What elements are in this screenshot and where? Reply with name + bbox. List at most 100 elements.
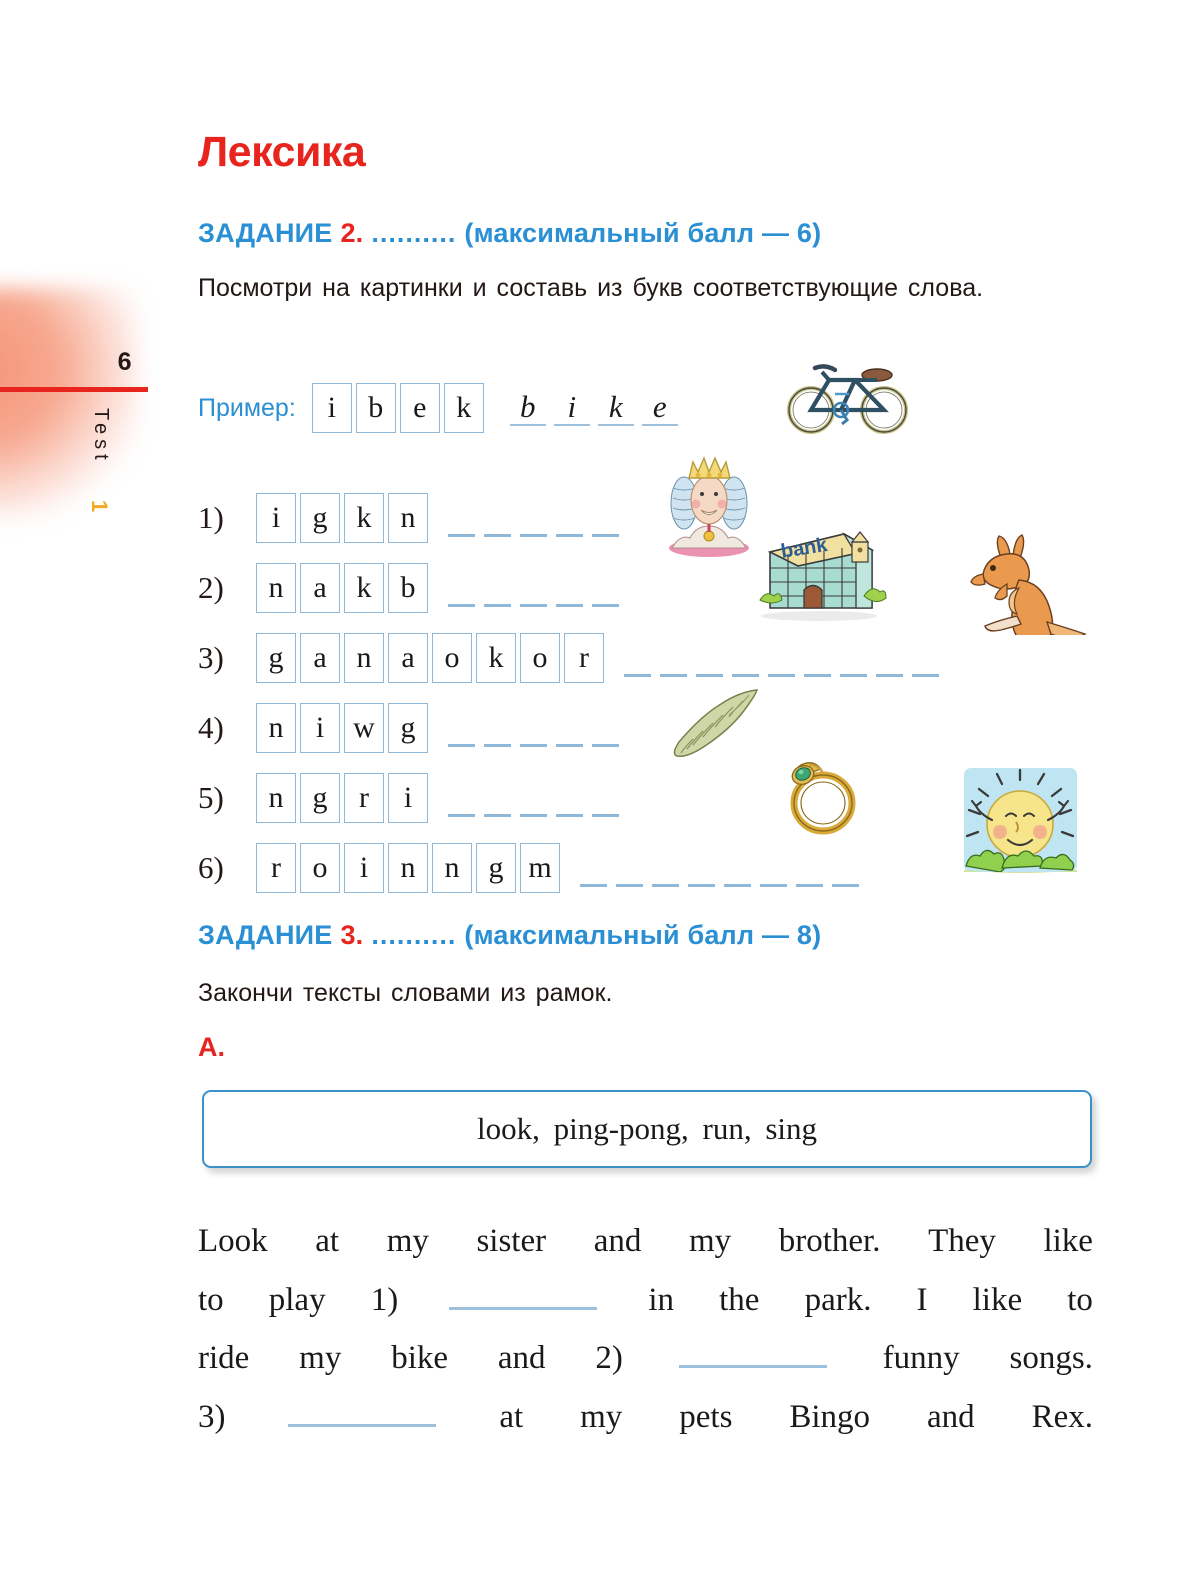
word: Look [198, 1223, 268, 1259]
row-number: 6) [198, 850, 224, 885]
text-line-4: 3) at my pets Bingo and Rex. [198, 1388, 1093, 1447]
word: songs. [1009, 1340, 1093, 1377]
letter-box: e [399, 383, 440, 433]
letter-box: r [256, 843, 296, 893]
word: my [688, 1223, 732, 1259]
answer-blank[interactable] [624, 633, 948, 683]
kangaroo-picture [970, 534, 1087, 635]
test-label: Test [90, 408, 112, 465]
letter-boxes: n g r i [256, 773, 432, 823]
task-3-text: Look at my sister and my brother. They l… [198, 1212, 1093, 1447]
part-letter-a: А. [198, 1032, 225, 1062]
worksheet-page: 6 Test 1 Лексика ЗАДАНИЕ 2........... (мак… [0, 0, 1200, 1596]
text-line-3: ride my bike and 2) funny songs. [198, 1329, 1093, 1388]
exercise-row-6: 6) r o i n n g m [198, 840, 868, 896]
row-number: 2) [198, 570, 224, 605]
answer-blank[interactable] [448, 563, 628, 613]
letter-boxes: r o i n n g m [256, 843, 564, 893]
example-row: Пример: i b e k b i k e [198, 380, 686, 436]
bank-picture: bank [759, 531, 887, 621]
blank-number: 3) [198, 1399, 226, 1436]
letter-box: g [256, 633, 296, 683]
morning-sun-picture [964, 768, 1077, 873]
word: like [972, 1281, 1023, 1318]
task-3-dots: .......... [371, 920, 457, 950]
word: my [299, 1340, 342, 1377]
example-answer-letter: b [509, 391, 546, 426]
word: and [593, 1223, 642, 1259]
letter-box: o [432, 633, 472, 683]
task-3-label: ЗАДАНИЕ [198, 920, 333, 950]
letter-box: i [300, 703, 340, 753]
letter-box: r [564, 633, 604, 683]
letter-box: i [256, 493, 296, 543]
word: like [1043, 1223, 1093, 1259]
task-3-instruction: Закончи тексты словами из рамок. [198, 979, 613, 1007]
ring-picture [790, 762, 856, 835]
answer-blank[interactable] [448, 703, 628, 753]
example-answer: b i k e [509, 391, 686, 426]
word-bank-box: look, ping-pong, run, sing [202, 1090, 1092, 1168]
task-3-heading: ЗАДАНИЕ 3........... (максимальный балл — … [198, 920, 821, 951]
answer-blank-2[interactable] [678, 1339, 827, 1369]
example-letter-boxes: i b e k [311, 383, 488, 433]
letter-box: g [388, 703, 428, 753]
answer-blank-3[interactable] [288, 1398, 437, 1428]
letter-box: b [388, 563, 428, 613]
answer-blank[interactable] [448, 493, 628, 543]
task-2-heading: ЗАДАНИЕ 2........... (максимальный балл — … [198, 218, 821, 249]
letter-box: b [355, 383, 396, 433]
word: bike [391, 1340, 449, 1377]
answer-blank[interactable] [448, 773, 628, 823]
letter-box: k [344, 563, 384, 613]
text-line-1: Look at my sister and my brother. They l… [198, 1212, 1093, 1271]
letter-boxes: i g k n [256, 493, 432, 543]
letter-boxes: n i w g [256, 703, 432, 753]
letter-box: i [344, 843, 384, 893]
blank-number: 2) [595, 1340, 623, 1377]
letter-box: o [520, 633, 560, 683]
task-2-number: 2. [340, 218, 364, 248]
row-number: 3) [198, 640, 224, 675]
letter-box: i [388, 773, 428, 823]
task-2-score: (максимальный балл — 6) [464, 218, 822, 248]
exercise-row-3: 3) g a n a o k o r [198, 630, 948, 686]
wing-picture [673, 689, 759, 757]
word: at [315, 1223, 340, 1259]
letter-box: o [300, 843, 340, 893]
margin-decoration-blob [0, 288, 140, 518]
word: at [499, 1399, 524, 1436]
letter-box: m [520, 843, 560, 893]
letter-box: g [476, 843, 516, 893]
word: ride [198, 1340, 250, 1377]
word: play [268, 1281, 326, 1318]
word: my [580, 1399, 623, 1436]
word-bank-words: look, ping-pong, run, sing [476, 1111, 818, 1146]
word: to [1067, 1281, 1093, 1318]
task-3-score: (максимальный балл — 8) [464, 920, 822, 950]
task-2-label: ЗАДАНИЕ [198, 218, 333, 248]
king-picture [669, 456, 749, 557]
exercise-row-2: 2) n a k b [198, 560, 628, 616]
word: brother. [778, 1223, 881, 1259]
letter-box: a [300, 633, 340, 683]
page-number: 6 [117, 348, 132, 376]
row-number: 4) [198, 710, 224, 745]
letter-box: r [344, 773, 384, 823]
letter-box: n [344, 633, 384, 683]
letter-box: g [300, 493, 340, 543]
letter-box: a [388, 633, 428, 683]
letter-boxes: g a n a o k o r [256, 633, 608, 683]
answer-blank-1[interactable] [449, 1281, 598, 1310]
word: and [926, 1399, 975, 1436]
word: in [648, 1281, 675, 1318]
answer-blank[interactable] [580, 843, 868, 893]
exercise-row-5: 5) n g r i [198, 770, 628, 826]
word: pets [679, 1399, 733, 1436]
word: They [928, 1223, 996, 1259]
row-number: 5) [198, 780, 224, 815]
letter-box: k [344, 493, 384, 543]
task-2-dots: .......... [371, 218, 457, 248]
task-3-number: 3. [340, 920, 364, 950]
letter-box: n [256, 703, 296, 753]
